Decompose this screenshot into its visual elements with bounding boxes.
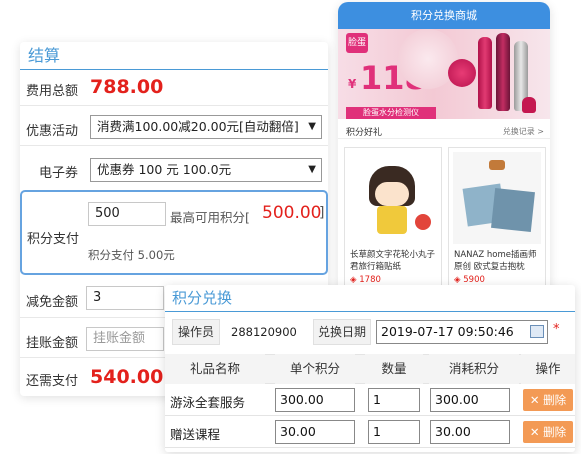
flower-image — [448, 59, 476, 87]
unit-points-input[interactable]: 300.00 — [275, 388, 355, 412]
close-icon: ✕ — [529, 425, 540, 439]
product-title: NANAZ home插画师原创 欧式复古抱枕 — [454, 250, 537, 272]
delete-button[interactable]: ✕ 删除 — [523, 389, 573, 411]
credit-input[interactable]: 挂账金额 — [86, 327, 164, 351]
credit-label: 挂账金额 — [26, 336, 79, 351]
due-amount: 540.00 — [90, 366, 164, 388]
operator-value: 288120900 — [231, 325, 297, 339]
points-payment-box: 积分支付 500 最高可用积分[ 500.00 ] 积分支付 5.00元 — [20, 190, 328, 275]
close-icon: ✕ — [529, 393, 540, 407]
operator-label: 操作员 — [172, 319, 220, 345]
calendar-icon[interactable] — [530, 325, 544, 338]
product-card[interactable]: 长草颜文字花轮小丸子君旅行箱贴纸 ◈ 1780 — [344, 147, 442, 287]
required-mark: * — [553, 322, 560, 337]
discount-label: 减免金额 — [26, 295, 79, 310]
exchange-date-value: 2019-07-17 09:50:46 — [381, 324, 514, 339]
section-title: 积分好礼 — [346, 128, 383, 138]
column-header: 消耗积分 — [429, 354, 519, 384]
gift-name: 游泳全套服务 — [170, 395, 246, 410]
mall-title: 积分兑换商城 — [338, 2, 550, 29]
total-row: 费用总额 788.00 — [20, 70, 328, 106]
ecoupon-label: 电子券 — [39, 166, 79, 181]
product-image — [349, 152, 437, 244]
exchange-date-input[interactable]: 2019-07-17 09:50:46 — [376, 320, 548, 344]
product-bottle-image — [478, 37, 492, 109]
column-header: 操作 — [521, 354, 575, 384]
banner-currency: ¥ — [348, 77, 357, 91]
column-header: 数量 — [365, 354, 423, 384]
product-bottle-image — [496, 33, 510, 111]
total-amount: 788.00 — [90, 76, 164, 98]
brand-badge: 脸蛋 — [346, 33, 368, 53]
promo-select-value: 消费满100.00减20.00元[自动翻倍] — [97, 119, 299, 134]
quantity-input[interactable]: 1 — [368, 388, 420, 412]
product-title: 长草颜文字花轮小丸子君旅行箱贴纸 — [350, 250, 436, 272]
promo-select[interactable]: 消费满100.00减20.00元[自动翻倍] ▼ — [90, 115, 322, 139]
total-label: 费用总额 — [26, 84, 79, 99]
mall-banner[interactable]: 脸蛋 ¥ 118 脸蛋水分检测仪 — [338, 29, 550, 147]
ecoupon-select-value: 优惠券 100 元 100.0元 — [97, 162, 232, 177]
gift-name: 赠送课程 — [170, 427, 221, 442]
delete-label: 删除 — [543, 425, 567, 439]
ecoupon-row: 电子券 优惠券 100 元 100.0元 ▼ — [20, 146, 328, 190]
promo-row: 优惠活动 消费满100.00减20.00元[自动翻倍] ▼ — [20, 106, 328, 146]
points-pay-text: 积分支付 5.00元 — [88, 248, 175, 262]
product-card[interactable]: NANAZ home插画师原创 欧式复古抱枕 ◈ 5900 — [448, 147, 546, 287]
banner-subtitle: 脸蛋水分检测仪 — [346, 107, 436, 119]
column-header: 礼品名称 — [165, 354, 265, 384]
delete-button[interactable]: ✕ 删除 — [523, 421, 573, 443]
points-mall-panel: 积分兑换商城 脸蛋 ¥ 118 脸蛋水分检测仪 积分好礼 兑换记录 > 长草颜文… — [338, 2, 550, 302]
max-points-suffix: ] — [319, 205, 325, 221]
total-points-input[interactable]: 300.00 — [430, 388, 510, 412]
mall-section-header: 积分好礼 兑换记录 > — [338, 123, 550, 139]
settlement-title: 结算 — [20, 42, 328, 70]
total-points-input[interactable]: 30.00 — [430, 420, 510, 444]
due-label: 还需支付 — [26, 374, 79, 389]
max-points-value: 500.00 — [262, 203, 322, 223]
product-points-value: 5900 — [463, 275, 485, 285]
unit-points-input[interactable]: 30.00 — [275, 420, 355, 444]
product-image — [453, 152, 541, 244]
points-input[interactable]: 500 — [88, 202, 166, 226]
exchange-title: 积分兑换 — [165, 285, 575, 312]
product-points-value: 1780 — [359, 275, 381, 285]
discount-input[interactable]: 3 — [86, 286, 164, 310]
promo-label: 优惠活动 — [26, 124, 79, 139]
product-points: ◈ 1780 — [350, 275, 381, 285]
chevron-down-icon: ▼ — [308, 121, 316, 132]
exchange-records-link[interactable]: 兑换记录 > — [503, 126, 544, 137]
delete-label: 删除 — [543, 393, 567, 407]
quantity-input[interactable]: 1 — [368, 420, 420, 444]
product-points: ◈ 5900 — [454, 275, 485, 285]
ecoupon-select[interactable]: 优惠券 100 元 100.0元 ▼ — [90, 158, 322, 182]
lipstick-image — [522, 97, 536, 113]
date-label: 兑换日期 — [313, 319, 371, 345]
max-points-label: 最高可用积分[ — [170, 210, 250, 225]
points-exchange-panel: 积分兑换 操作员 288120900 兑换日期 2019-07-17 09:50… — [165, 285, 575, 452]
column-header: 单个积分 — [275, 354, 355, 384]
chevron-down-icon: ▼ — [308, 164, 316, 175]
points-label: 积分支付 — [27, 232, 80, 247]
